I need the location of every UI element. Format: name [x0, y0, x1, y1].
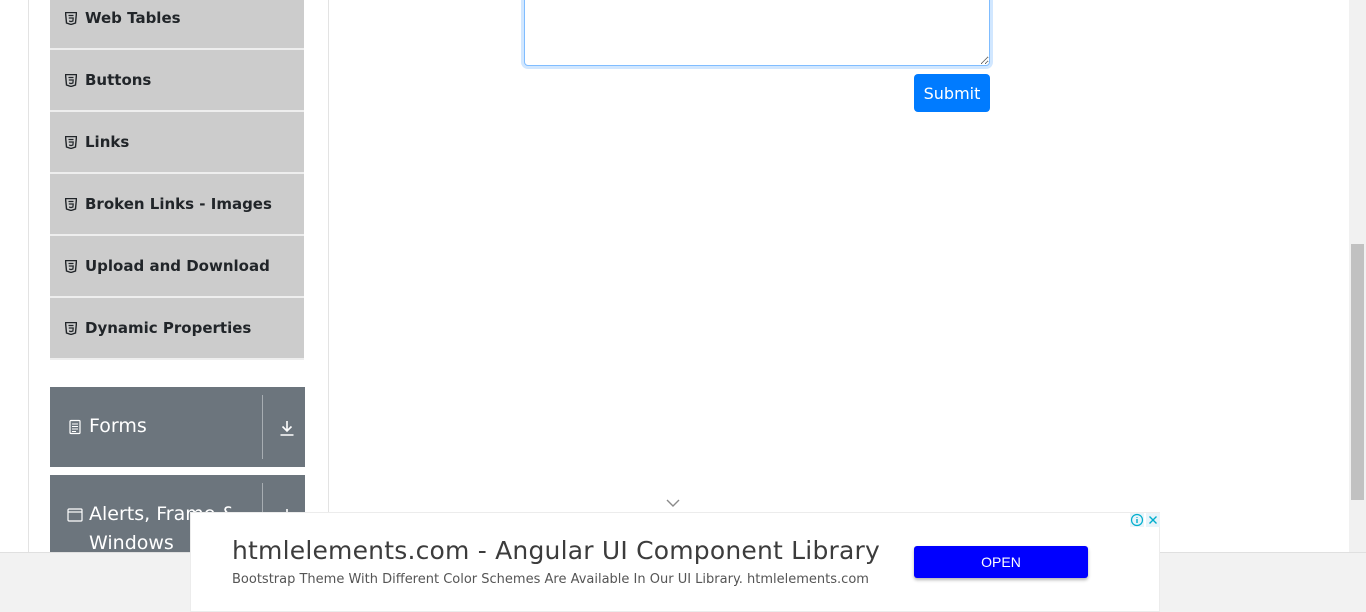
sidebar-item-buttons[interactable]: Buttons: [50, 50, 304, 112]
html5-icon: [65, 259, 77, 273]
ad-description: Bootstrap Theme With Different Color Sch…: [232, 572, 869, 587]
sidebar-item-broken-links[interactable]: Broken Links - Images: [50, 174, 304, 236]
sidebar-item-label: Links: [85, 133, 130, 151]
sidebar-group-label: Forms: [89, 415, 147, 437]
html5-icon: [65, 135, 77, 149]
text-area-field[interactable]: [524, 0, 990, 66]
window-icon: [67, 508, 83, 522]
scrollbar-thumb[interactable]: [1351, 244, 1364, 500]
sidebar-item-label: Buttons: [85, 71, 152, 89]
ad-headline[interactable]: htmlelements.com - Angular UI Component …: [232, 536, 880, 565]
sidebar-group-forms[interactable]: Forms: [50, 387, 305, 467]
advertisement-banner[interactable]: htmlelements.com - Angular UI Component …: [190, 512, 1160, 612]
download-arrow-icon[interactable]: [278, 419, 296, 437]
sidebar-item-links[interactable]: Links: [50, 112, 304, 174]
info-icon[interactable]: [1130, 513, 1144, 527]
group-separator: [262, 395, 263, 459]
html5-icon: [65, 73, 77, 87]
html5-icon: [65, 197, 77, 211]
submit-button[interactable]: Submit: [914, 74, 990, 112]
vertical-scrollbar[interactable]: [1349, 0, 1366, 552]
sidebar-item-label: Dynamic Properties: [85, 319, 252, 337]
sidebar-item-label: Upload and Download: [85, 257, 270, 275]
form-icon: [69, 419, 81, 435]
sidebar-item-upload-download[interactable]: Upload and Download: [50, 236, 304, 298]
html5-icon: [65, 321, 77, 335]
html5-icon: [65, 11, 77, 25]
page-left-border: [28, 0, 29, 552]
sidebar-item-label: Web Tables: [85, 9, 181, 27]
sidebar-item-dynamic-properties[interactable]: Dynamic Properties: [50, 298, 304, 360]
sidebar-divider: [328, 0, 329, 552]
sidebar-item-web-tables[interactable]: Web Tables: [50, 0, 304, 50]
close-icon[interactable]: [1146, 513, 1160, 527]
sidebar-item-label: Broken Links - Images: [85, 195, 272, 213]
elements-menu-list: Web Tables Buttons Links Broken Links - …: [50, 0, 304, 360]
chevron-down-icon[interactable]: [664, 497, 682, 509]
ad-open-button[interactable]: OPEN: [914, 546, 1088, 578]
